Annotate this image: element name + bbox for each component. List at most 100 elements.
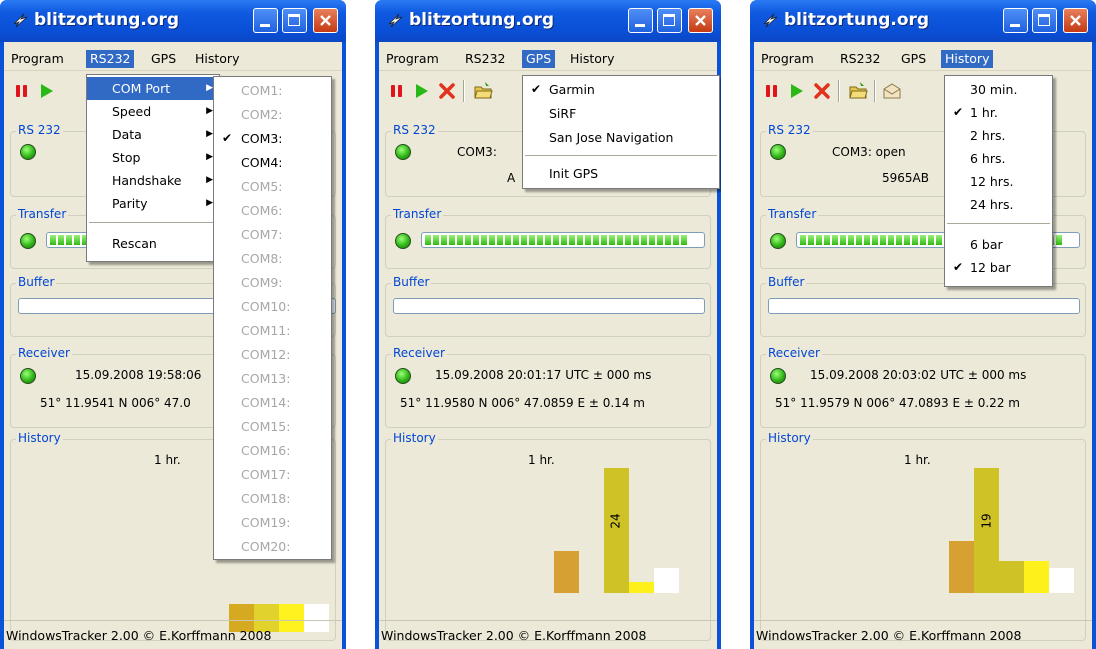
menu-item-2-hrs[interactable]: 2 hrs. [945,124,1052,147]
menu-item-com11[interactable]: COM11: [214,319,331,342]
minimize-button[interactable] [253,8,278,33]
minimize-button[interactable] [628,8,653,33]
transfer-progress-bar [421,232,705,248]
menu-item-san-jose-navigation[interactable]: San Jose Navigation [523,126,719,149]
group-label-receiver: Receiver [766,346,822,360]
menu-item-com4[interactable]: COM4: [214,151,331,174]
minimize-button[interactable] [1003,8,1028,33]
progress-segment [58,235,64,245]
rs232-dropdown-menu: COM Port ▶ Speed ▶ Data ▶ Stop ▶ Handsha… [86,74,220,262]
stop-x-icon[interactable] [812,81,832,101]
history-bar [1024,561,1049,593]
menu-item-com6[interactable]: COM6: [214,199,331,222]
envelope-icon[interactable] [882,81,902,101]
menu-item-com3[interactable]: ✔ COM3: [214,127,331,150]
menu-rs232[interactable]: RS232 [836,50,884,68]
title-bar[interactable]: blitzortung.org [375,0,721,42]
submenu-arrow-icon: ▶ [206,152,213,162]
menu-item-com17[interactable]: COM17: [214,463,331,486]
menu-item-handshake[interactable]: Handshake ▶ [87,169,219,192]
menu-item-12-bar[interactable]: ✔ 12 bar [945,256,1052,279]
menu-item-rescan[interactable]: Rescan [87,232,219,255]
menu-gps[interactable]: GPS [147,50,180,68]
menu-item-speed[interactable]: Speed ▶ [87,100,219,123]
pause-icon[interactable] [387,81,407,101]
menu-rs232[interactable]: RS232 [86,50,135,68]
progress-segment [489,235,495,245]
menu-item-com1[interactable]: COM1: [214,79,331,102]
menu-item-6-hrs[interactable]: 6 hrs. [945,147,1052,170]
progress-segment [609,235,615,245]
title-bar[interactable]: blitzortung.org [0,0,346,42]
menu-item-com18[interactable]: COM18: [214,487,331,510]
menu-separator [89,222,217,223]
stop-x-icon[interactable] [437,81,457,101]
status-bar: WindowsTracker 2.00 © E.Korffmann 2008 [4,620,342,649]
minimize-icon [635,24,645,27]
maximize-button[interactable] [282,8,307,33]
open-folder-icon[interactable] [473,81,493,101]
menu-program[interactable]: Program [382,50,443,68]
menu-item-com-port[interactable]: COM Port ▶ [87,77,219,100]
menu-item-com10[interactable]: COM10: [214,295,331,318]
close-button[interactable] [313,8,338,33]
menu-item-parity[interactable]: Parity ▶ [87,192,219,215]
progress-segment [497,235,503,245]
progress-segment [864,235,870,245]
rs232-id-text: 5965AB [882,171,929,185]
maximize-button[interactable] [657,8,682,33]
open-folder-icon[interactable] [848,81,868,101]
menu-rs232[interactable]: RS232 [461,50,509,68]
toolbar-separator [838,80,840,102]
title-bar[interactable]: blitzortung.org [750,0,1096,42]
menu-item-garmin[interactable]: ✔ Garmin [523,78,719,101]
transfer-status-led [770,233,786,249]
menu-item-30-min[interactable]: 30 min. [945,78,1052,101]
progress-segment [800,235,806,245]
menu-item-com2[interactable]: COM2: [214,103,331,126]
menu-item-sirf[interactable]: SiRF [523,102,719,125]
menu-item-com19[interactable]: COM19: [214,511,331,534]
menu-item-stop[interactable]: Stop ▶ [87,146,219,169]
pause-icon[interactable] [12,81,32,101]
menu-history[interactable]: History [566,50,618,68]
progress-segment [848,235,854,245]
menu-item-com7[interactable]: COM7: [214,223,331,246]
maximize-button[interactable] [1032,8,1057,33]
menu-item-com12[interactable]: COM12: [214,343,331,366]
menu-item-com15[interactable]: COM15: [214,415,331,438]
menu-item-data[interactable]: Data ▶ [87,123,219,146]
menu-item-1-hr[interactable]: ✔ 1 hr. [945,101,1052,124]
menu-item-com8[interactable]: COM8: [214,247,331,270]
group-label-transfer: Transfer [391,207,444,221]
menu-item-com14[interactable]: COM14: [214,391,331,414]
menu-item-6-bar[interactable]: 6 bar [945,233,1052,256]
menu-item-12-hrs[interactable]: 12 hrs. [945,170,1052,193]
menu-program[interactable]: Program [7,50,68,68]
group-label-history: History [16,431,63,445]
pause-icon[interactable] [762,81,782,101]
menu-history[interactable]: History [191,50,243,68]
play-icon[interactable] [411,81,431,101]
menu-item-24-hrs[interactable]: 24 hrs. [945,193,1052,216]
menu-program[interactable]: Program [757,50,818,68]
menu-item-com16[interactable]: COM16: [214,439,331,462]
menu-item-com13[interactable]: COM13: [214,367,331,390]
progress-segment [912,235,918,245]
menu-item-com20[interactable]: COM20: [214,535,331,558]
menu-gps[interactable]: GPS [522,50,556,68]
menu-gps[interactable]: GPS [897,50,930,68]
close-button[interactable] [1063,8,1088,33]
menu-item-init-gps[interactable]: Init GPS [523,162,719,185]
menu-item-com5[interactable]: COM5: [214,175,331,198]
close-button[interactable] [688,8,713,33]
progress-segment [928,235,934,245]
progress-segment [601,235,607,245]
play-icon[interactable] [786,81,806,101]
menu-history[interactable]: History [941,50,994,68]
play-icon[interactable] [36,81,56,101]
group-label-transfer: Transfer [766,207,819,221]
progress-segment [896,235,902,245]
receiver-status-led [770,368,786,384]
menu-item-com9[interactable]: COM9: [214,271,331,294]
